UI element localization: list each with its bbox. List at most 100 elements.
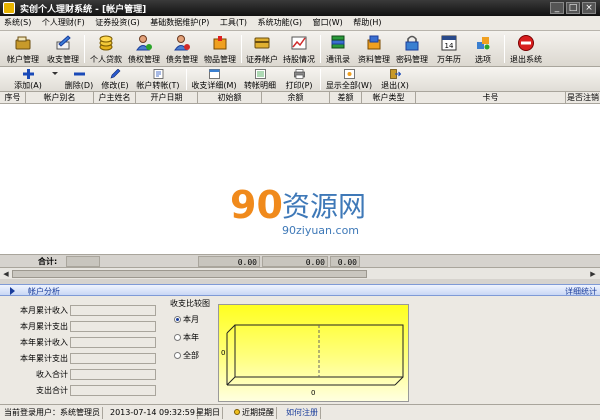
securities-account-button[interactable]: 证券帐户	[244, 33, 280, 66]
close-button[interactable]: ×	[582, 2, 596, 14]
box-icon	[213, 36, 227, 50]
column-header-cancelled[interactable]: 是否注销	[566, 92, 600, 104]
stat-label: 本年累计支出	[20, 354, 68, 363]
maximize-button[interactable]: □	[566, 2, 580, 14]
reminder-button[interactable]: 近期提醒	[232, 407, 277, 419]
toolbar-separator	[320, 69, 321, 90]
toolbar-label: 打印(P)	[285, 81, 313, 90]
plus-icon	[23, 69, 34, 79]
delete-button[interactable]: 删除(D)	[60, 68, 98, 91]
stat-label: 收入合计	[36, 370, 68, 379]
print-icon	[294, 69, 305, 79]
menu-help[interactable]: 帮助(H)	[349, 16, 385, 30]
radio-all[interactable]: 全部	[174, 350, 199, 361]
income-detail-button[interactable]: 收支详细(M)	[188, 68, 240, 91]
holdings-button[interactable]: 持股情况	[280, 33, 318, 66]
income-expense-button[interactable]: 收支管理	[44, 33, 82, 66]
chart-depth-edge	[226, 376, 236, 386]
data-manage-button[interactable]: 资料管理	[355, 33, 393, 66]
totals-row: 合计: 0.00 0.00 0.00	[0, 254, 600, 267]
column-header-alias[interactable]: 帐户别名	[26, 92, 94, 104]
totals-initial: 0.00	[198, 256, 260, 267]
income-expense-compare: 收支比较图 本月 本年 全部 0 0	[168, 298, 416, 402]
menu-system[interactable]: 系统(S)	[0, 16, 35, 30]
column-header-owner[interactable]: 户主姓名	[94, 92, 136, 104]
menu-securities[interactable]: 证券投资(G)	[91, 16, 143, 30]
status-bar: 当前登录用户：系统管理员 2013-07-14 09:32:59 星期日 近期提…	[0, 404, 600, 420]
account-manage-button[interactable]: 帐户管理	[4, 33, 42, 66]
column-header-initial[interactable]: 初始额	[198, 92, 262, 104]
add-dropdown-button[interactable]	[52, 68, 58, 91]
radio-label: 全部	[183, 351, 199, 360]
credit-manage-button[interactable]: 债权管理	[125, 33, 163, 66]
menu-personal-finance[interactable]: 个人理财(F)	[38, 16, 89, 30]
book-icon	[331, 35, 345, 49]
main-toolbar: 帐户管理 收支管理 个人贷款 债权管理 债务管理 物品管理 证券帐户 持股情况 …	[0, 31, 600, 67]
account-transfer-button[interactable]: 帐户转帐(T)	[132, 68, 184, 91]
column-header-type[interactable]: 帐户类型	[362, 92, 416, 104]
contacts-button[interactable]: 通讯录	[323, 33, 353, 66]
compare-chart: 0 0	[218, 304, 409, 402]
stat-value-field	[70, 305, 156, 316]
radio-dot	[174, 316, 181, 323]
toolbar-label: 债权管理	[128, 55, 160, 64]
stat-label: 本月累计支出	[20, 322, 68, 331]
menu-system-functions[interactable]: 系统功能(G)	[254, 16, 306, 30]
menu-window[interactable]: 窗口(W)	[309, 16, 347, 30]
item-manage-button[interactable]: 物品管理	[201, 33, 239, 66]
radio-this-month[interactable]: 本月	[174, 314, 199, 325]
scroll-right-icon[interactable]: ▶	[588, 269, 598, 279]
scrollbar-thumb[interactable]	[12, 270, 367, 278]
dropdown-arrow-icon	[52, 72, 58, 75]
stop-icon	[518, 35, 534, 51]
options-button[interactable]: 选项	[466, 33, 500, 66]
column-header-difference[interactable]: 差额	[330, 92, 362, 104]
transfer-detail-button[interactable]: 转帐明细	[240, 68, 280, 91]
exit-system-button[interactable]: 退出系统	[507, 33, 545, 66]
show-all-button[interactable]: 显示全部(W)	[322, 68, 376, 91]
stat-value-field	[70, 337, 156, 348]
column-header-open-date[interactable]: 开户日期	[136, 92, 198, 104]
stat-month-income: 本月累计收入	[0, 305, 160, 317]
svg-text:14: 14	[445, 42, 454, 50]
scroll-left-icon[interactable]: ◀	[1, 269, 11, 279]
debt-manage-button[interactable]: 债务管理	[163, 33, 201, 66]
coins-icon	[99, 35, 113, 51]
personal-loan-button[interactable]: 个人贷款	[87, 33, 125, 66]
toolbar-label: 转帐明细	[244, 81, 276, 90]
edit-button[interactable]: 修改(E)	[96, 68, 134, 91]
exit-button[interactable]: 退出(X)	[376, 68, 414, 91]
calendar-button[interactable]: 14 万年历	[432, 33, 466, 66]
register-link[interactable]: 如何注册	[284, 407, 321, 419]
toolbar-separator	[186, 69, 187, 90]
login-user-status: 当前登录用户：系统管理员	[2, 407, 103, 419]
column-header-balance[interactable]: 余额	[262, 92, 330, 104]
totals-balance: 0.00	[262, 256, 328, 267]
menu-tools[interactable]: 工具(T)	[216, 16, 251, 30]
menu-bar: 系统(S) 个人理财(F) 证券投资(G) 基础数据维护(P) 工具(T) 系统…	[0, 16, 600, 31]
stat-value-field	[70, 385, 156, 396]
add-button[interactable]: 添加(A)	[8, 68, 48, 91]
toolbar-label: 通讯录	[326, 55, 350, 64]
column-header-index[interactable]: 序号	[0, 92, 26, 104]
chart-depth-edge	[394, 376, 404, 386]
radio-this-year[interactable]: 本年	[174, 332, 199, 343]
radio-label: 本年	[183, 333, 199, 342]
password-manage-button[interactable]: 密码管理	[393, 33, 431, 66]
site-watermark-logo: 90 资源网 90ziyuan.com	[230, 183, 366, 237]
minimize-button[interactable]: _	[550, 2, 564, 14]
toolbar-label: 退出(X)	[381, 81, 409, 90]
menu-base-data[interactable]: 基础数据维护(P)	[146, 16, 213, 30]
column-header-card-no[interactable]: 卡号	[416, 92, 566, 104]
toolbar-label: 资料管理	[358, 55, 390, 64]
docs-icon	[367, 35, 381, 50]
stat-label: 本月累计收入	[20, 306, 68, 315]
print-button[interactable]: 打印(P)	[280, 68, 318, 91]
pen-icon	[56, 35, 71, 50]
radio-label: 本月	[183, 315, 199, 324]
horizontal-scrollbar[interactable]: ◀ ▶	[0, 267, 600, 279]
person-plus-icon	[136, 35, 152, 51]
show-all-icon	[344, 69, 355, 79]
stat-income-total: 收入合计	[0, 369, 160, 381]
collapse-triangle-icon[interactable]	[10, 287, 15, 295]
